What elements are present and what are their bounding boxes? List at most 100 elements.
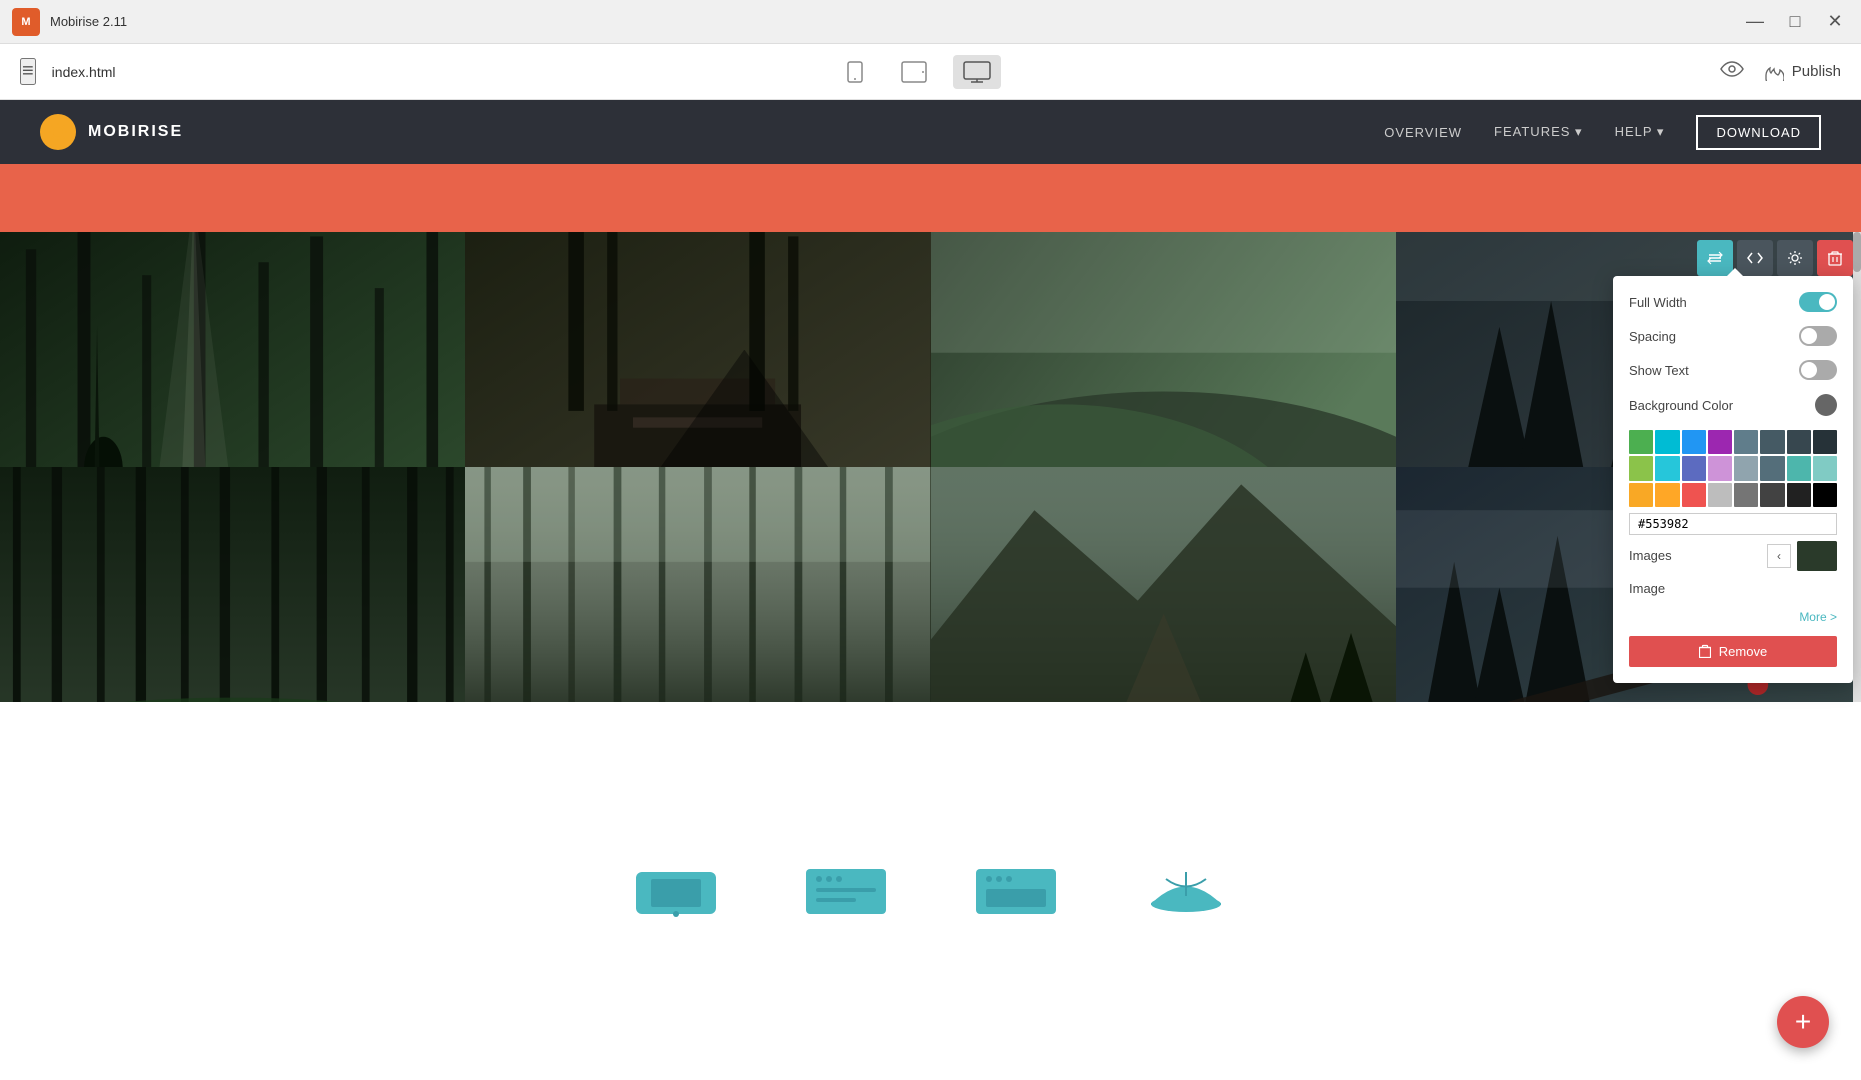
close-button[interactable]: ✕ xyxy=(1821,8,1849,36)
color-swatch[interactable] xyxy=(1760,483,1784,507)
images-thumbs: ‹ xyxy=(1767,541,1837,571)
show-text-row: Show Text xyxy=(1629,360,1837,380)
full-width-toggle[interactable] xyxy=(1799,292,1837,312)
color-grid xyxy=(1629,430,1837,507)
more-link[interactable]: More > xyxy=(1629,610,1837,624)
spacing-toggle[interactable] xyxy=(1799,326,1837,346)
color-swatch[interactable] xyxy=(1708,483,1732,507)
toolbar-right: Publish xyxy=(1720,60,1841,84)
color-swatch[interactable] xyxy=(1708,456,1732,480)
bottom-icon-3 xyxy=(971,864,1061,919)
toolbar-left: ≡ index.html xyxy=(20,58,115,85)
delete-button[interactable] xyxy=(1817,240,1853,276)
color-swatch[interactable] xyxy=(1708,430,1732,454)
image-label: Image xyxy=(1629,581,1665,596)
site-logo-text: MOBIRISE xyxy=(88,123,183,141)
settings-panel: Full Width Spacing Show Text Background … xyxy=(1613,276,1853,683)
scrollbar-thumb[interactable] xyxy=(1853,232,1861,272)
tablet-view-button[interactable] xyxy=(891,55,937,89)
gallery-cell-1 xyxy=(0,232,465,467)
color-swatch[interactable] xyxy=(1787,456,1811,480)
full-width-row: Full Width xyxy=(1629,292,1837,312)
images-prev-button[interactable]: ‹ xyxy=(1767,544,1791,568)
show-text-label: Show Text xyxy=(1629,363,1689,378)
color-swatch[interactable] xyxy=(1787,483,1811,507)
gallery-cell-6 xyxy=(465,467,930,702)
title-bar-left: M Mobirise 2.11 xyxy=(12,8,127,36)
color-swatch[interactable] xyxy=(1682,456,1706,480)
nav-help[interactable]: HELP ▾ xyxy=(1615,124,1665,140)
preview-button[interactable] xyxy=(1720,60,1744,84)
toolbar: ≡ index.html xyxy=(0,44,1861,100)
remove-button[interactable]: Remove xyxy=(1629,636,1837,667)
maximize-button[interactable]: □ xyxy=(1781,8,1809,36)
spacing-label: Spacing xyxy=(1629,329,1676,344)
color-swatch[interactable] xyxy=(1760,456,1784,480)
hex-input[interactable] xyxy=(1629,513,1837,535)
remove-label: Remove xyxy=(1719,644,1767,659)
app-title: Mobirise 2.11 xyxy=(50,14,127,29)
color-swatch[interactable] xyxy=(1655,483,1679,507)
color-swatch[interactable] xyxy=(1787,430,1811,454)
nav-features[interactable]: FEATURES ▾ xyxy=(1494,124,1583,140)
gallery-cell-5 xyxy=(0,467,465,702)
color-swatch[interactable] xyxy=(1655,456,1679,480)
gallery-section: Full Width Spacing Show Text Background … xyxy=(0,232,1861,702)
color-swatch[interactable] xyxy=(1682,483,1706,507)
spacing-row: Spacing xyxy=(1629,326,1837,346)
gallery-toolbar xyxy=(1697,240,1853,276)
color-swatch[interactable] xyxy=(1813,430,1837,454)
site-logo: MOBIRISE xyxy=(40,114,183,150)
menu-button[interactable]: ≡ xyxy=(20,58,36,85)
window-controls: — □ ✕ xyxy=(1741,8,1849,36)
nav-items: OVERVIEW FEATURES ▾ HELP ▾ DOWNLOAD xyxy=(1384,115,1821,150)
color-swatch[interactable] xyxy=(1734,483,1758,507)
images-label: Images xyxy=(1629,548,1672,563)
bg-color-swatch[interactable] xyxy=(1815,394,1837,416)
show-text-toggle[interactable] xyxy=(1799,360,1837,380)
preview-area: MOBIRISE OVERVIEW FEATURES ▾ HELP ▾ DOWN… xyxy=(0,100,1861,1080)
gallery-cell-2 xyxy=(465,232,930,467)
bottom-icon-1 xyxy=(631,864,721,919)
nav-download-button[interactable]: DOWNLOAD xyxy=(1696,115,1821,150)
images-row: Images ‹ xyxy=(1629,541,1837,571)
gallery-cell-3 xyxy=(931,232,1396,467)
color-swatch[interactable] xyxy=(1813,483,1837,507)
image-label-row: Image xyxy=(1629,581,1837,596)
minimize-button[interactable]: — xyxy=(1741,8,1769,36)
publish-label: Publish xyxy=(1792,63,1841,80)
logo-letter: M xyxy=(21,16,30,28)
color-swatch[interactable] xyxy=(1655,430,1679,454)
app-logo: M xyxy=(12,8,40,36)
bottom-section xyxy=(0,702,1861,1080)
color-swatch[interactable] xyxy=(1629,483,1653,507)
color-swatch[interactable] xyxy=(1760,430,1784,454)
gallery-cell-7 xyxy=(931,467,1396,702)
color-swatch[interactable] xyxy=(1682,430,1706,454)
color-swatch[interactable] xyxy=(1629,456,1653,480)
color-swatch[interactable] xyxy=(1629,430,1653,454)
hex-input-row xyxy=(1629,513,1837,535)
color-swatch[interactable] xyxy=(1734,456,1758,480)
mobile-view-button[interactable] xyxy=(835,55,875,89)
sun-icon xyxy=(40,114,76,150)
device-switcher xyxy=(835,55,1001,89)
orange-banner xyxy=(0,164,1861,232)
title-bar: M Mobirise 2.11 — □ ✕ xyxy=(0,0,1861,44)
bottom-icon-4 xyxy=(1141,864,1231,919)
publish-button[interactable]: Publish xyxy=(1764,63,1841,81)
color-picker xyxy=(1629,430,1837,535)
image-thumb-1[interactable] xyxy=(1797,541,1837,571)
desktop-view-button[interactable] xyxy=(953,55,1001,89)
gallery-grid xyxy=(0,232,1861,702)
filename-label: index.html xyxy=(52,64,116,80)
bottom-icon-2 xyxy=(801,864,891,919)
color-swatch[interactable] xyxy=(1734,430,1758,454)
bg-color-label: Background Color xyxy=(1629,398,1733,413)
color-swatch[interactable] xyxy=(1813,456,1837,480)
nav-overview[interactable]: OVERVIEW xyxy=(1384,125,1462,140)
fab-add-button[interactable]: + xyxy=(1777,996,1829,1048)
bg-color-row: Background Color xyxy=(1629,394,1837,416)
settings-button[interactable] xyxy=(1777,240,1813,276)
scrollbar[interactable] xyxy=(1853,232,1861,702)
